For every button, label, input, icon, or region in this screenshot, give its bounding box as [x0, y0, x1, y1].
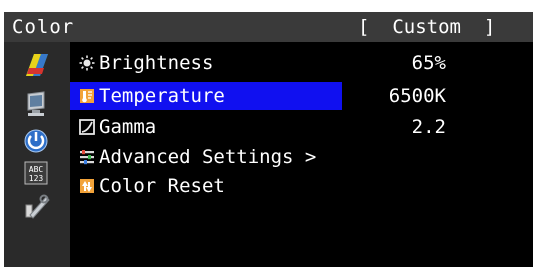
- title-bar: Color [ Custom ]: [4, 12, 533, 42]
- power-menu-icon[interactable]: [22, 128, 50, 154]
- svg-text:123: 123: [29, 174, 44, 183]
- temperature-icon: [80, 89, 94, 103]
- menu-item-gamma[interactable]: Gamma 2.2: [70, 113, 533, 141]
- menu-item-label: Brightness: [99, 52, 214, 74]
- tools-menu-icon[interactable]: [22, 193, 50, 219]
- menu-item-value: 6500K: [388, 85, 446, 107]
- color-menu-panel: Brightness 65% Temperature 6500K Gamma 2…: [70, 42, 533, 267]
- menu-item-brightness[interactable]: Brightness 65%: [70, 49, 533, 77]
- gamma-icon: [79, 119, 95, 135]
- menu-item-label: Gamma: [99, 116, 157, 138]
- sidebar: ABC 123: [4, 42, 70, 267]
- menu-item-label: Color Reset: [99, 175, 225, 197]
- menu-item-value: 65%: [411, 52, 446, 74]
- color-reset-icon: [80, 179, 94, 193]
- menu-item-color-reset[interactable]: Color Reset: [70, 172, 533, 200]
- svg-text:ABC: ABC: [29, 165, 44, 174]
- advanced-settings-icon: [80, 150, 94, 165]
- language-menu-icon[interactable]: ABC 123: [22, 160, 50, 186]
- menu-item-label: Temperature: [99, 85, 225, 107]
- menu-item-value: 2.2: [411, 116, 446, 138]
- menu-title: Color: [12, 16, 75, 38]
- color-mode-indicator: [ Custom ]: [358, 16, 496, 38]
- menu-item-advanced-settings[interactable]: Advanced Settings >: [70, 143, 533, 171]
- color-menu-icon[interactable]: [22, 52, 50, 78]
- osd-window: Color [ Custom ] ABC 123 Brightness 65% …: [4, 12, 533, 267]
- monitor-menu-icon[interactable]: [22, 91, 50, 117]
- brightness-icon: [79, 55, 95, 71]
- menu-item-label: Advanced Settings >: [99, 146, 317, 168]
- menu-item-temperature[interactable]: Temperature 6500K: [70, 82, 533, 110]
